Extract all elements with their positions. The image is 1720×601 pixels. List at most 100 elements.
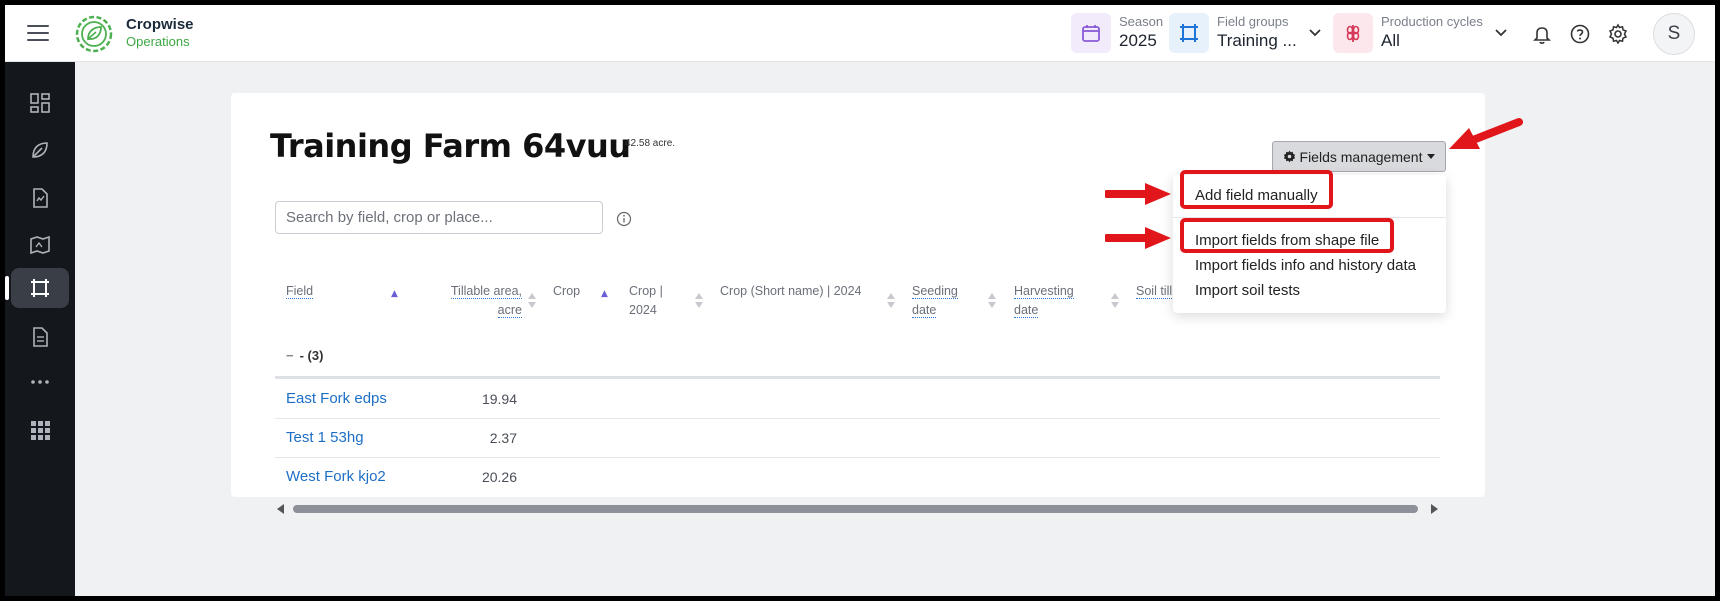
info-icon[interactable] bbox=[616, 211, 632, 227]
column-header-crop-2024[interactable]: Crop | 2024 bbox=[629, 282, 663, 320]
sort-toggle-icon[interactable] bbox=[988, 293, 996, 311]
fields-management-button[interactable]: Fields management bbox=[1272, 141, 1446, 172]
field-area-value: 20.26 bbox=[481, 469, 517, 485]
crop-short-label: Crop (Short name) | 2024 bbox=[720, 284, 862, 298]
production-cycles-selector[interactable]: Production cycles All bbox=[1333, 11, 1507, 55]
annotation-arrow-icon bbox=[1105, 183, 1171, 205]
sidebar-item-apps[interactable] bbox=[11, 410, 69, 450]
scroll-right-arrow-icon[interactable] bbox=[1431, 504, 1438, 514]
crop-header-label: Crop bbox=[553, 284, 581, 298]
field-groups-selector[interactable]: Field groups Training ... bbox=[1169, 11, 1321, 55]
horizontal-scrollbar[interactable] bbox=[275, 501, 1440, 517]
field-crop-frame-icon bbox=[1169, 13, 1209, 53]
field-name-link[interactable]: East Fork edps bbox=[286, 390, 387, 407]
dashboard-icon bbox=[30, 93, 50, 113]
table-row: Test 1 53hg 2.37 bbox=[275, 419, 1440, 458]
crop2024-label-line1: Crop | bbox=[629, 284, 663, 298]
page-title: Training Farm 64vuu bbox=[270, 127, 631, 165]
sort-toggle-icon[interactable] bbox=[887, 293, 895, 311]
column-header-tillable-area[interactable]: Tillable area, acre bbox=[445, 282, 522, 320]
sidebar-item-dashboard[interactable] bbox=[11, 83, 69, 123]
column-header-crop[interactable]: Crop bbox=[553, 282, 580, 301]
wheat-icon bbox=[1333, 13, 1373, 53]
annotation-arrow-icon bbox=[1105, 227, 1171, 249]
column-header-seeding-date[interactable]: Seeding date bbox=[912, 282, 958, 320]
hamburger-menu-icon[interactable] bbox=[27, 25, 49, 41]
fields-management-label: Fields management bbox=[1299, 148, 1423, 165]
soil-label: Soil till bbox=[1136, 284, 1173, 299]
sort-toggle-icon[interactable] bbox=[1111, 293, 1119, 311]
chevron-down-icon bbox=[1309, 29, 1321, 37]
field-area-value: 2.37 bbox=[489, 430, 517, 446]
sort-asc-icon[interactable]: ▲ bbox=[601, 289, 608, 299]
sidebar-item-reports[interactable] bbox=[11, 317, 69, 357]
scrollbar-thumb[interactable] bbox=[293, 505, 1418, 513]
production-cycles-label: Production cycles bbox=[1381, 14, 1483, 29]
user-avatar[interactable]: S bbox=[1653, 13, 1695, 55]
sidebar-item-crops[interactable] bbox=[11, 130, 69, 170]
scroll-left-arrow-icon[interactable] bbox=[277, 504, 284, 514]
field-name-link[interactable]: West Fork kjo2 bbox=[286, 468, 386, 485]
caret-down-icon bbox=[1427, 154, 1436, 159]
sort-toggle-icon[interactable] bbox=[695, 293, 703, 311]
field-name-link[interactable]: Test 1 53hg bbox=[286, 429, 364, 446]
season-value: 2025 bbox=[1119, 31, 1157, 50]
sort-asc-icon[interactable]: ▲ bbox=[391, 289, 398, 299]
field-groups-value: Training ... bbox=[1217, 31, 1297, 50]
gear-icon bbox=[1283, 150, 1295, 163]
brand-line-2: Operations bbox=[126, 34, 190, 49]
settings-gear-icon[interactable] bbox=[1607, 23, 1629, 45]
apps-grid-icon bbox=[31, 421, 50, 440]
seeding-label-line2: date bbox=[912, 303, 937, 318]
bell-icon[interactable] bbox=[1531, 23, 1553, 45]
top-bar: Cropwise Operations Season 2025 Field gr… bbox=[5, 5, 1715, 62]
sort-toggle-icon[interactable] bbox=[528, 293, 536, 311]
harvesting-label-line1: Harvesting bbox=[1014, 284, 1074, 299]
sidebar-item-fields[interactable] bbox=[5, 268, 69, 308]
column-header-field-label: Field bbox=[286, 284, 314, 299]
season-label: Season bbox=[1119, 14, 1164, 29]
field-groups-label: Field groups bbox=[1217, 14, 1289, 29]
sidebar-item-documents[interactable] bbox=[11, 178, 69, 218]
tillable-label-line1: Tillable area, bbox=[450, 284, 522, 299]
document-chart-icon bbox=[33, 188, 48, 208]
column-header-harvesting-date[interactable]: Harvesting date bbox=[1014, 282, 1074, 320]
chevron-down-icon bbox=[1495, 29, 1507, 37]
menu-item-import-soil-tests[interactable]: Import soil tests bbox=[1195, 282, 1300, 299]
sidebar-item-more[interactable] bbox=[11, 362, 69, 402]
seeding-label-line1: Seeding bbox=[912, 284, 958, 299]
highlight-box-add-field bbox=[1180, 170, 1333, 209]
highlight-box-import-shape bbox=[1180, 218, 1394, 253]
sidebar-item-map[interactable] bbox=[11, 225, 69, 265]
annotation-arrow-icon bbox=[1449, 118, 1523, 149]
column-header-field[interactable]: Field bbox=[286, 282, 314, 301]
more-dots-icon bbox=[31, 380, 49, 384]
group-divider bbox=[275, 376, 1440, 379]
harvesting-label-line2: date bbox=[1014, 303, 1039, 318]
collapse-minus-icon: − bbox=[286, 348, 294, 363]
production-cycles-value: All bbox=[1381, 31, 1400, 50]
menu-item-import-info-history[interactable]: Import fields info and history data bbox=[1195, 257, 1416, 274]
crop2024-label-line2: 2024 bbox=[629, 303, 657, 317]
column-header-soil-tillage[interactable]: Soil till bbox=[1136, 282, 1173, 301]
brand-line-1: Cropwise bbox=[126, 16, 194, 33]
tillable-label-line2: acre bbox=[497, 303, 522, 318]
cropwise-logo-icon bbox=[75, 15, 113, 53]
calendar-icon bbox=[1071, 13, 1111, 53]
fields-icon bbox=[31, 279, 49, 297]
table-row: West Fork kjo2 20.26 bbox=[275, 458, 1440, 497]
map-route-icon bbox=[30, 235, 50, 255]
crop-leaf-icon bbox=[32, 142, 48, 158]
search-input[interactable] bbox=[275, 201, 603, 234]
brand-name: Cropwise Operations bbox=[126, 16, 194, 50]
season-selector[interactable]: Season 2025 bbox=[1071, 11, 1163, 55]
app-frame: Cropwise Operations Season 2025 Field gr… bbox=[5, 5, 1715, 596]
table-row: East Fork edps 19.94 bbox=[275, 380, 1440, 419]
report-document-icon bbox=[33, 327, 48, 347]
help-icon[interactable] bbox=[1569, 23, 1591, 45]
group-toggle[interactable]: − - (3) bbox=[286, 348, 323, 363]
field-area-value: 19.94 bbox=[481, 391, 517, 407]
column-header-crop-short-name[interactable]: Crop (Short name) | 2024 bbox=[720, 282, 862, 301]
sidebar bbox=[5, 62, 75, 596]
group-label: - (3) bbox=[299, 348, 324, 363]
